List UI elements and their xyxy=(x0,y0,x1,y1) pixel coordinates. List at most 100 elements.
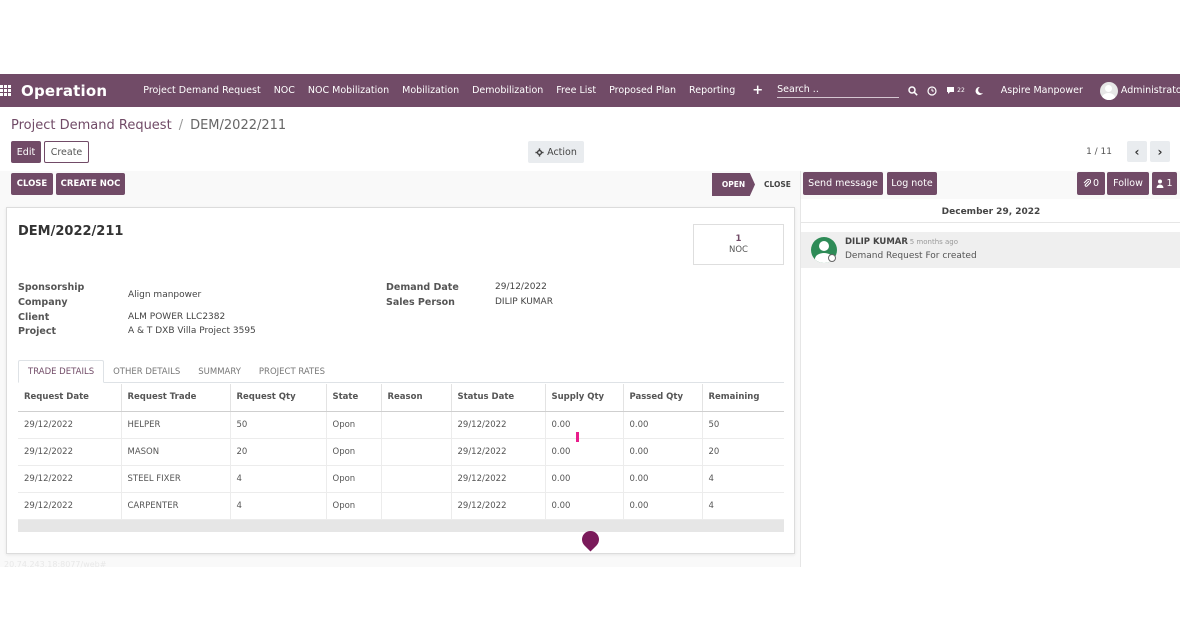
menu-noc[interactable]: NOC xyxy=(274,85,295,96)
column-header[interactable]: Request Date xyxy=(18,384,122,412)
noc-smart-button[interactable]: 1 NOC xyxy=(693,224,784,265)
app-name[interactable]: Operation xyxy=(21,82,107,100)
search-input[interactable] xyxy=(777,83,900,98)
top-navbar: Operation Project Demand Request NOC NOC… xyxy=(0,74,1180,107)
edit-button[interactable]: Edit xyxy=(11,141,41,163)
table-cell: 29/12/2022 xyxy=(451,438,546,466)
stage-open[interactable]: OPEN xyxy=(712,173,755,196)
client-label: Client xyxy=(18,312,50,323)
table-row[interactable]: 29/12/2022 STEEL FIXER 4 Opon 29/12/2022… xyxy=(18,465,784,493)
tab-project-rates[interactable]: PROJECT RATES xyxy=(250,360,334,383)
column-header[interactable]: Supply Qty xyxy=(545,384,624,412)
create-button[interactable]: Create xyxy=(44,141,89,163)
table-cell xyxy=(381,492,452,520)
column-header[interactable]: Passed Qty xyxy=(623,384,703,412)
pager-next-button[interactable]: › xyxy=(1150,141,1170,162)
breadcrumb: Project Demand Request / DEM/2022/211 xyxy=(11,118,286,133)
gear-icon xyxy=(535,147,544,157)
control-panel: Project Demand Request / DEM/2022/211 Ed… xyxy=(0,107,1180,171)
menu-free-list[interactable]: Free List xyxy=(556,85,596,96)
user-name: Administrator xyxy=(1120,85,1180,96)
message-body: Demand Request For created xyxy=(845,251,977,261)
status-dot-icon xyxy=(828,254,836,262)
create-noc-button[interactable]: CREATE NOC xyxy=(56,173,125,195)
table-cell: STEEL FIXER xyxy=(121,465,231,493)
project-label: Project xyxy=(18,326,57,337)
table-cell: 4 xyxy=(230,492,327,520)
noc-label: NOC xyxy=(729,244,748,255)
action-button[interactable]: Action xyxy=(528,141,584,163)
add-menu-icon[interactable]: + xyxy=(752,83,763,98)
column-header[interactable]: Remaining xyxy=(702,384,784,412)
notebook-tabs: TRADE DETAILS OTHER DETAILS SUMMARY PROJ… xyxy=(18,360,784,383)
search-icon[interactable] xyxy=(908,85,918,96)
table-cell: MASON xyxy=(121,438,231,466)
table-cell: 29/12/2022 xyxy=(18,411,122,439)
table-cell: 0.00 xyxy=(545,438,624,466)
table-cell: 20 xyxy=(230,438,327,466)
attachments-button[interactable]: 0 xyxy=(1077,172,1105,195)
table-cell: 4 xyxy=(702,465,784,493)
followers-button[interactable]: 1 xyxy=(1152,172,1177,195)
breadcrumb-parent[interactable]: Project Demand Request xyxy=(11,118,172,133)
table-cell xyxy=(381,465,452,493)
table-cell xyxy=(381,438,452,466)
followers-count: 1 xyxy=(1166,178,1173,189)
column-header[interactable]: Request Qty xyxy=(230,384,327,412)
record-title: DEM/2022/211 xyxy=(18,224,124,239)
sponsorship-label: Sponsorship xyxy=(18,282,85,293)
column-header[interactable]: Status Date xyxy=(451,384,546,412)
menu-proposed-plan[interactable]: Proposed Plan xyxy=(609,85,676,96)
status-url: 20.74.243.18:8077/web# xyxy=(4,560,107,569)
message-author[interactable]: DILIP KUMAR xyxy=(845,237,908,247)
user-icon xyxy=(1156,179,1164,188)
column-header[interactable]: State xyxy=(326,384,382,412)
menu-reporting[interactable]: Reporting xyxy=(689,85,735,96)
table-cell: CARPENTER xyxy=(121,492,231,520)
table-cell: 4 xyxy=(702,492,784,520)
table-cell: 29/12/2022 xyxy=(18,438,122,466)
messages-icon[interactable]: 22 xyxy=(946,86,965,96)
table-row[interactable]: 29/12/2022 HELPER 50 Opon 29/12/2022 0.0… xyxy=(18,411,784,439)
action-label: Action xyxy=(547,146,577,158)
tab-other-details[interactable]: OTHER DETAILS xyxy=(104,360,189,383)
table-row[interactable]: 29/12/2022 CARPENTER 4 Opon 29/12/2022 0… xyxy=(18,492,784,520)
table-footer xyxy=(18,520,784,532)
stage-close[interactable]: CLOSE xyxy=(764,180,791,189)
menu-demobilization[interactable]: Demobilization xyxy=(472,85,543,96)
tab-trade-details[interactable]: TRADE DETAILS xyxy=(18,360,105,383)
main-menu: Project Demand Request NOC NOC Mobilizat… xyxy=(143,83,777,98)
breadcrumb-current: DEM/2022/211 xyxy=(190,118,287,133)
messages-count: 22 xyxy=(957,87,965,94)
menu-noc-mobilization[interactable]: NOC Mobilization xyxy=(308,85,389,96)
sales-person-value: DILIP KUMAR xyxy=(495,297,553,307)
dark-mode-icon[interactable] xyxy=(974,86,984,96)
user-menu[interactable]: Administrator xyxy=(1099,81,1180,100)
pager-value[interactable]: 1 / 11 xyxy=(1086,147,1112,157)
table-cell xyxy=(381,411,452,439)
apps-menu-icon[interactable] xyxy=(0,74,11,107)
table-cell: HELPER xyxy=(121,411,231,439)
table-cell: Opon xyxy=(326,492,382,520)
company-switcher[interactable]: Aspire Manpower xyxy=(1001,85,1083,96)
close-button[interactable]: CLOSE xyxy=(11,173,53,195)
column-header[interactable]: Reason xyxy=(381,384,452,412)
log-note-button[interactable]: Log note xyxy=(887,172,937,195)
clock-icon[interactable] xyxy=(927,85,937,96)
menu-project-demand-request[interactable]: Project Demand Request xyxy=(143,85,260,96)
table-cell: Opon xyxy=(326,465,382,493)
menu-mobilization[interactable]: Mobilization xyxy=(402,85,459,96)
table-cell: Opon xyxy=(326,411,382,439)
send-message-button[interactable]: Send message xyxy=(803,172,883,195)
form-view: CLOSE CREATE NOC OPEN CLOSE DEM/2022/211… xyxy=(0,171,800,567)
company-label: Company xyxy=(18,297,68,308)
follow-button[interactable]: Follow xyxy=(1107,172,1149,195)
paperclip-icon xyxy=(1083,179,1091,187)
demand-date-value: 29/12/2022 xyxy=(495,282,547,292)
table-cell: 50 xyxy=(702,411,784,439)
tab-summary[interactable]: SUMMARY xyxy=(189,360,250,383)
pager-previous-button[interactable]: ‹ xyxy=(1127,141,1147,162)
table-row[interactable]: 29/12/2022 MASON 20 Opon 29/12/2022 0.00… xyxy=(18,438,784,466)
column-header[interactable]: Request Trade xyxy=(121,384,231,412)
breadcrumb-separator: / xyxy=(178,118,184,133)
